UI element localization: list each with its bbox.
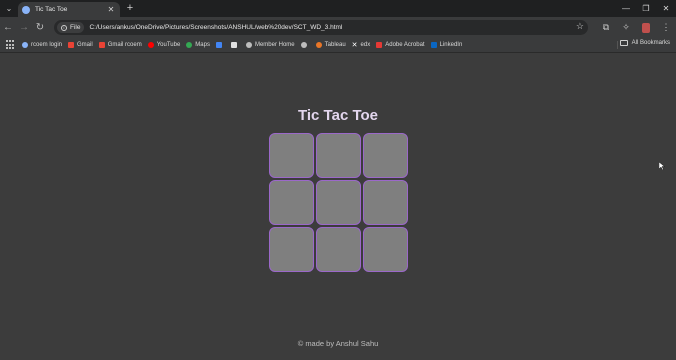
linkedin-icon — [430, 42, 437, 48]
board-cell-5[interactable] — [316, 180, 361, 225]
profile-avatar[interactable] — [636, 17, 656, 38]
tab-strip: ⌄ Tic Tac Toe ✕ + — ❐ ✕ — [0, 0, 676, 17]
browser-toolbar: ← → ↻ i File C:/Users/ankus/OneDrive/Pic… — [0, 17, 676, 38]
all-bookmarks-label: All Bookmarks — [631, 40, 670, 46]
bookmark-linkedin[interactable]: LinkedIn — [430, 42, 463, 48]
board-cell-4[interactable] — [269, 180, 314, 225]
bookmark-label: Adobe Acrobat — [385, 42, 425, 48]
board-cell-6[interactable] — [363, 180, 408, 225]
address-bar[interactable]: i File C:/Users/ankus/OneDrive/Pictures/… — [54, 20, 588, 35]
tab-search-chevron-icon[interactable]: ⌄ — [0, 0, 18, 17]
tab-tic-tac-toe[interactable]: Tic Tac Toe ✕ — [18, 2, 120, 17]
minimize-icon[interactable]: — — [616, 0, 636, 17]
bookmark-label: LinkedIn — [439, 42, 463, 48]
kebab-menu-icon[interactable]: ⋮ — [656, 17, 676, 38]
reload-icon[interactable]: ↻ — [32, 17, 48, 38]
gmail-icon — [98, 42, 105, 48]
url-text[interactable]: C:/Users/ankus/OneDrive/Pictures/Screens… — [89, 24, 342, 31]
extensions-puzzle-icon[interactable]: ⧉ — [596, 17, 616, 38]
bookmark-label: Maps — [195, 42, 210, 48]
footer-credit: © made by Anshul Sahu — [297, 339, 379, 348]
bookmark-label: Tableau — [324, 42, 346, 48]
bookmark-member-home[interactable]: Member Home — [245, 42, 295, 48]
bookmarks-bar: rcoem login Gmail Gmail rcoem YouTube Ma… — [0, 38, 676, 53]
bookmark-youtube[interactable]: YouTube — [147, 42, 181, 48]
acrobat-icon — [376, 42, 383, 48]
scheme-label: File — [70, 24, 81, 31]
restore-icon[interactable]: ❐ — [636, 0, 656, 17]
chatgpt-icon — [230, 42, 237, 48]
apps-grid-icon[interactable] — [6, 40, 16, 50]
bookmarks-divider — [617, 41, 618, 49]
page-title: Tic Tac Toe — [297, 107, 379, 124]
x-icon: ✕ — [351, 42, 358, 49]
bookmark-gmail-rcoem[interactable]: Gmail rcoem — [98, 42, 142, 48]
globe-icon — [300, 42, 307, 48]
toolbar-right-actions: ⧉ ✧ ⋮ — [596, 17, 676, 38]
globe-icon — [245, 42, 252, 48]
tab-title: Tic Tac Toe — [35, 6, 68, 13]
bookmark-label: Gmail — [77, 42, 93, 48]
back-arrow-icon[interactable]: ← — [0, 17, 16, 38]
board-cell-2[interactable] — [316, 133, 361, 178]
mouse-cursor-icon — [659, 162, 665, 170]
board-cell-3[interactable] — [363, 133, 408, 178]
reading-list-icon[interactable]: ✧ — [616, 17, 636, 38]
globe-icon — [22, 5, 30, 14]
close-icon[interactable]: ✕ — [106, 5, 116, 14]
bookmark-chatgpt[interactable] — [230, 42, 240, 48]
forward-arrow-icon[interactable]: → — [16, 17, 32, 38]
window-controls: — ❐ ✕ — [616, 0, 676, 17]
bookmark-maps[interactable]: Maps — [186, 42, 210, 48]
close-window-icon[interactable]: ✕ — [656, 0, 676, 17]
bookmark-rcoem-login[interactable]: rcoem login — [22, 42, 62, 48]
board-cell-9[interactable] — [363, 227, 408, 272]
bookmark-label: Gmail rcoem — [107, 42, 142, 48]
bookmark-label: edx — [360, 42, 371, 48]
bookmark-star-icon[interactable]: ☆ — [576, 21, 584, 32]
docs-icon — [215, 42, 222, 48]
globe-icon — [22, 42, 28, 48]
info-icon: i — [61, 24, 67, 31]
bookmark-docs[interactable] — [215, 42, 225, 48]
board-cell-8[interactable] — [316, 227, 361, 272]
bookmark-label: YouTube — [156, 42, 181, 48]
maps-icon — [186, 42, 193, 48]
board-cell-7[interactable] — [269, 227, 314, 272]
youtube-icon — [147, 42, 154, 48]
bookmark-globe[interactable] — [300, 42, 310, 48]
folder-icon — [619, 40, 628, 46]
new-tab-plus-icon[interactable]: + — [124, 2, 136, 15]
bookmark-gmail[interactable]: Gmail — [68, 42, 93, 48]
bookmark-tableau[interactable]: Tableau — [315, 42, 346, 48]
site-info-chip[interactable]: i File — [57, 22, 85, 33]
board-cell-1[interactable] — [269, 133, 314, 178]
bookmark-edx[interactable]: ✕ edx — [352, 41, 371, 49]
all-bookmarks-button[interactable]: All Bookmarks — [619, 40, 670, 46]
game-board — [269, 133, 408, 272]
tableau-icon — [315, 42, 322, 48]
bookmark-adobe-acrobat[interactable]: Adobe Acrobat — [376, 42, 425, 48]
bookmark-label: rcoem login — [31, 42, 63, 48]
gmail-icon — [68, 42, 75, 48]
bookmark-label: Member Home — [254, 42, 295, 48]
